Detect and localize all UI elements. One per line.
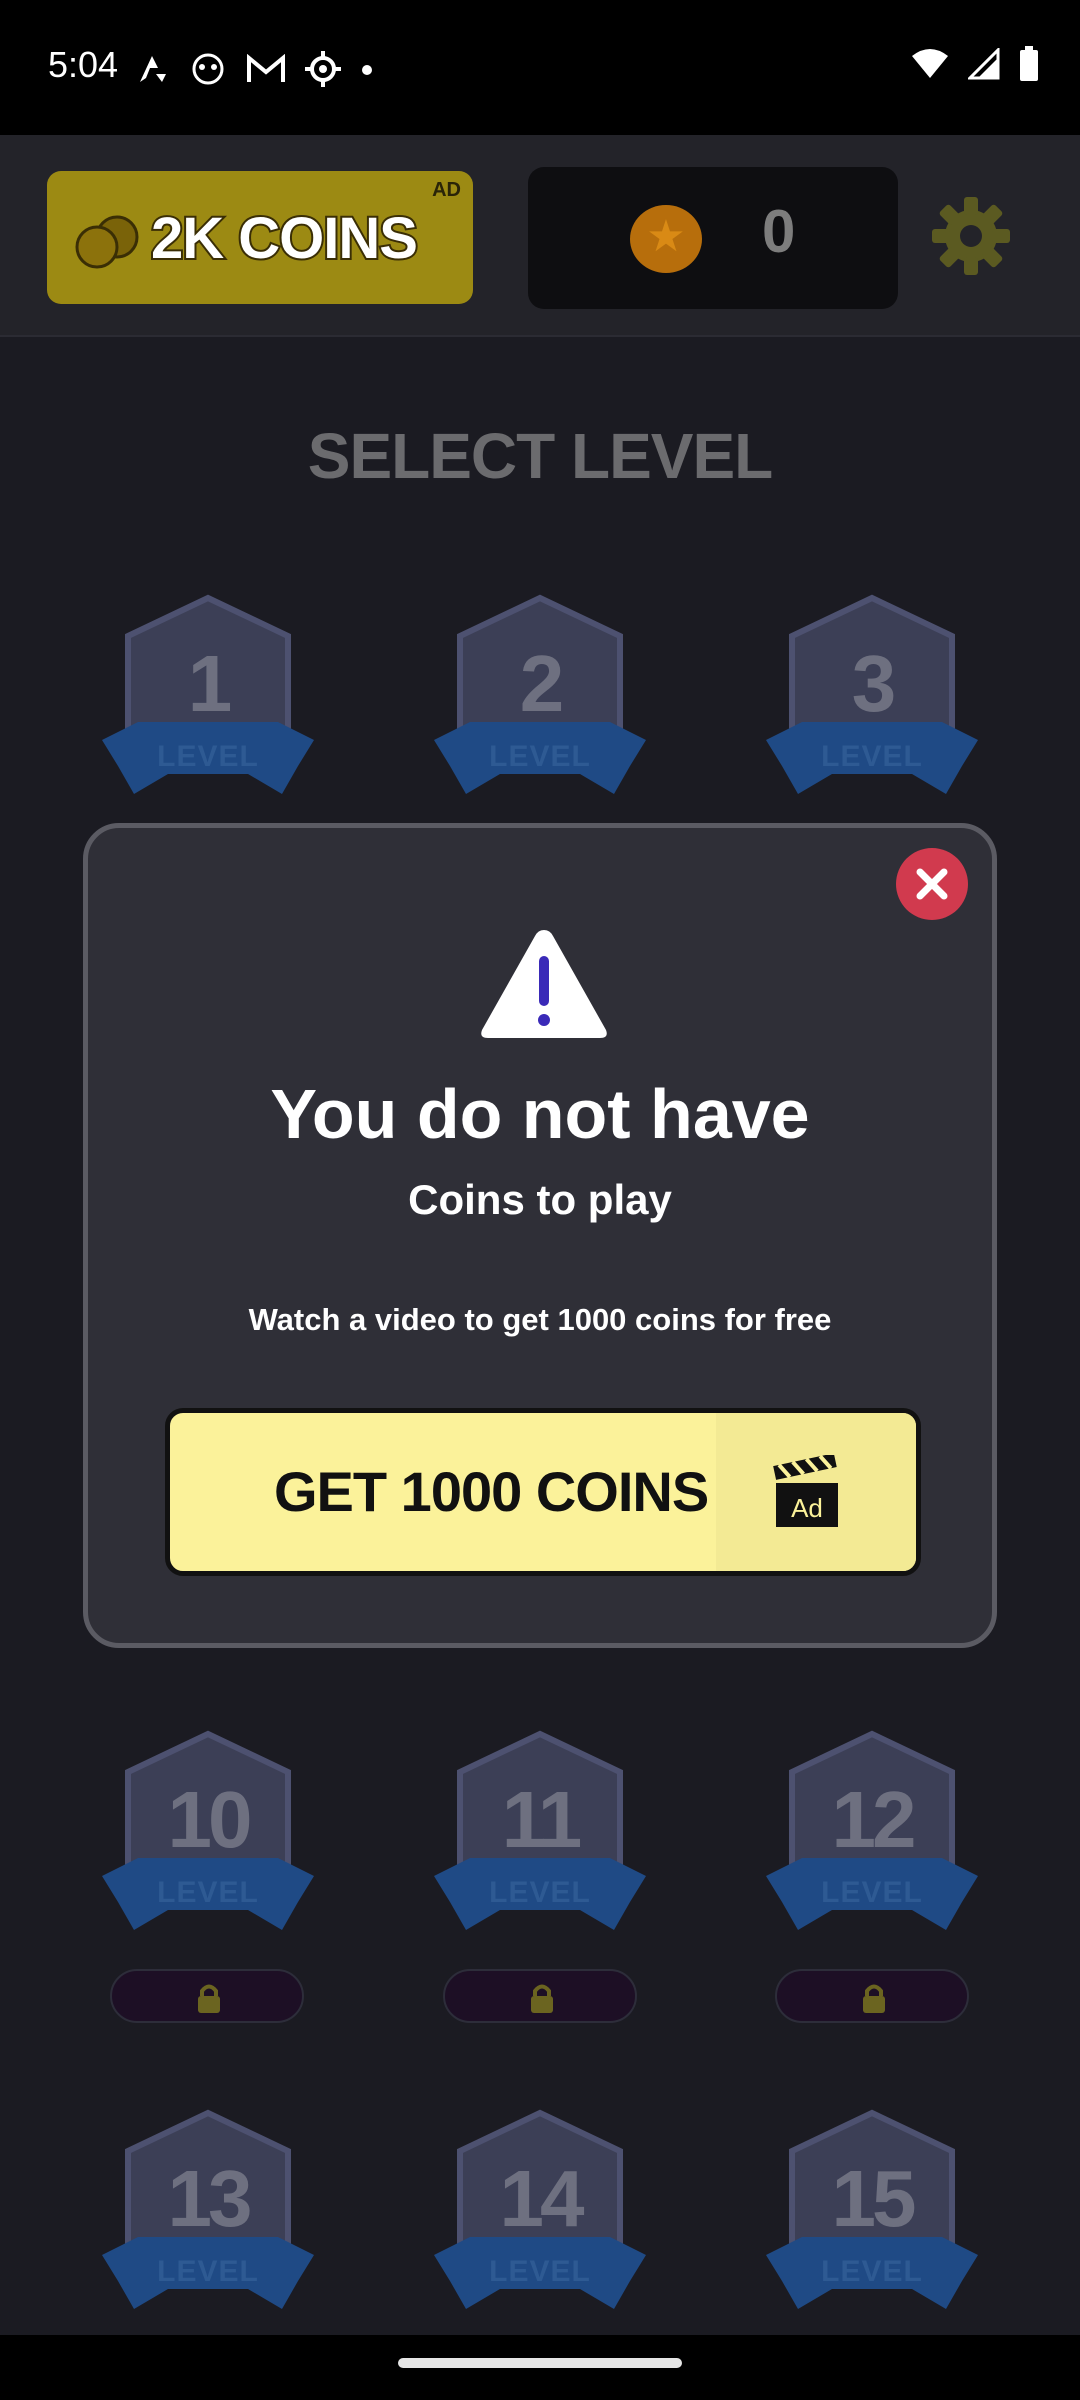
get-coins-button[interactable]: GET 1000 COINS Ad [165, 1408, 921, 1576]
level-label: LEVEL [489, 1876, 591, 1909]
level-number: 12 [831, 1775, 917, 1864]
status-time: 5:04 [48, 44, 119, 85]
level-label: LEVEL [157, 1876, 259, 1909]
settings-gear-icon[interactable] [930, 195, 1012, 277]
lock-icon [198, 1984, 220, 2013]
level-badge-11[interactable]: 11 LEVEL [430, 1726, 650, 1956]
level-label: LEVEL [157, 2255, 259, 2288]
no-coins-dialog: You do not have Coins to play Watch a vi… [83, 823, 997, 1648]
close-icon [916, 868, 948, 900]
video-ad-clapper-icon: Ad [773, 1455, 838, 1527]
level-lock-badge [443, 1969, 637, 2023]
status-bar: 5:04 [0, 0, 1080, 135]
ad-icon-text: Ad [791, 1493, 823, 1523]
level-lock-badge [775, 1969, 969, 2023]
level-number: 10 [167, 1775, 253, 1864]
level-number: 15 [831, 2154, 917, 2243]
level-badge-15[interactable]: 15 LEVEL [762, 2105, 982, 2335]
level-number: 3 [851, 639, 897, 728]
ad-coins-label: 2K COINS [149, 204, 420, 273]
coins-stack-icon [75, 215, 139, 269]
level-badge-10[interactable]: 10 LEVEL [98, 1726, 318, 1956]
signal-icon [966, 46, 1000, 84]
top-bar: 2K COINS AD 0 [0, 135, 1080, 337]
system-icons [910, 46, 1040, 86]
level-number: 11 [501, 1775, 583, 1864]
level-label: LEVEL [489, 2255, 591, 2288]
level-number: 1 [187, 639, 233, 728]
level-label: LEVEL [157, 740, 259, 773]
level-label: LEVEL [489, 740, 591, 773]
get-coins-label: GET 1000 COINS [274, 1460, 709, 1523]
screen-title: SELECT LEVEL [307, 420, 774, 492]
level-badge-3[interactable]: 3 LEVEL [762, 590, 982, 820]
dialog-subheading: Coins to play [408, 1176, 672, 1223]
dialog-heading: You do not have [270, 1075, 810, 1153]
notification-dot-icon [360, 62, 374, 81]
wifi-icon [910, 48, 950, 84]
level-badge-1[interactable]: 1 LEVEL [98, 590, 318, 820]
coin-icon [630, 205, 702, 273]
watch-ad-coins-button[interactable]: 2K COINS AD [47, 171, 473, 304]
app-a-icon [136, 54, 170, 88]
level-badge-13[interactable]: 13 LEVEL [98, 2105, 318, 2335]
level-badge-2[interactable]: 2 LEVEL [430, 590, 650, 820]
close-dialog-button[interactable] [896, 848, 968, 920]
warning-icon [481, 930, 607, 1038]
level-number: 14 [499, 2154, 585, 2243]
settings-gear-status-icon [304, 50, 342, 92]
level-badge-12[interactable]: 12 LEVEL [762, 1726, 982, 1956]
level-label: LEVEL [821, 2255, 923, 2288]
dialog-description: Watch a video to get 1000 coins for free [248, 1302, 832, 1337]
gmail-icon [246, 53, 286, 88]
battery-icon [1018, 46, 1040, 86]
mascot-icon [188, 51, 228, 91]
navigation-bar [0, 2335, 1080, 2400]
level-number: 13 [167, 2154, 253, 2243]
lock-icon [531, 1984, 553, 2013]
coin-balance: 0 [528, 167, 898, 309]
level-label: LEVEL [821, 740, 923, 773]
lock-icon [863, 1984, 885, 2013]
level-lock-badge [110, 1969, 304, 2023]
level-label: LEVEL [821, 1876, 923, 1909]
ad-badge: AD [432, 179, 461, 201]
home-gesture-handle[interactable] [398, 2358, 682, 2368]
coin-balance-value: 0 [762, 198, 796, 265]
level-number: 2 [519, 639, 565, 728]
notification-icons [136, 50, 374, 92]
level-badge-14[interactable]: 14 LEVEL [430, 2105, 650, 2335]
